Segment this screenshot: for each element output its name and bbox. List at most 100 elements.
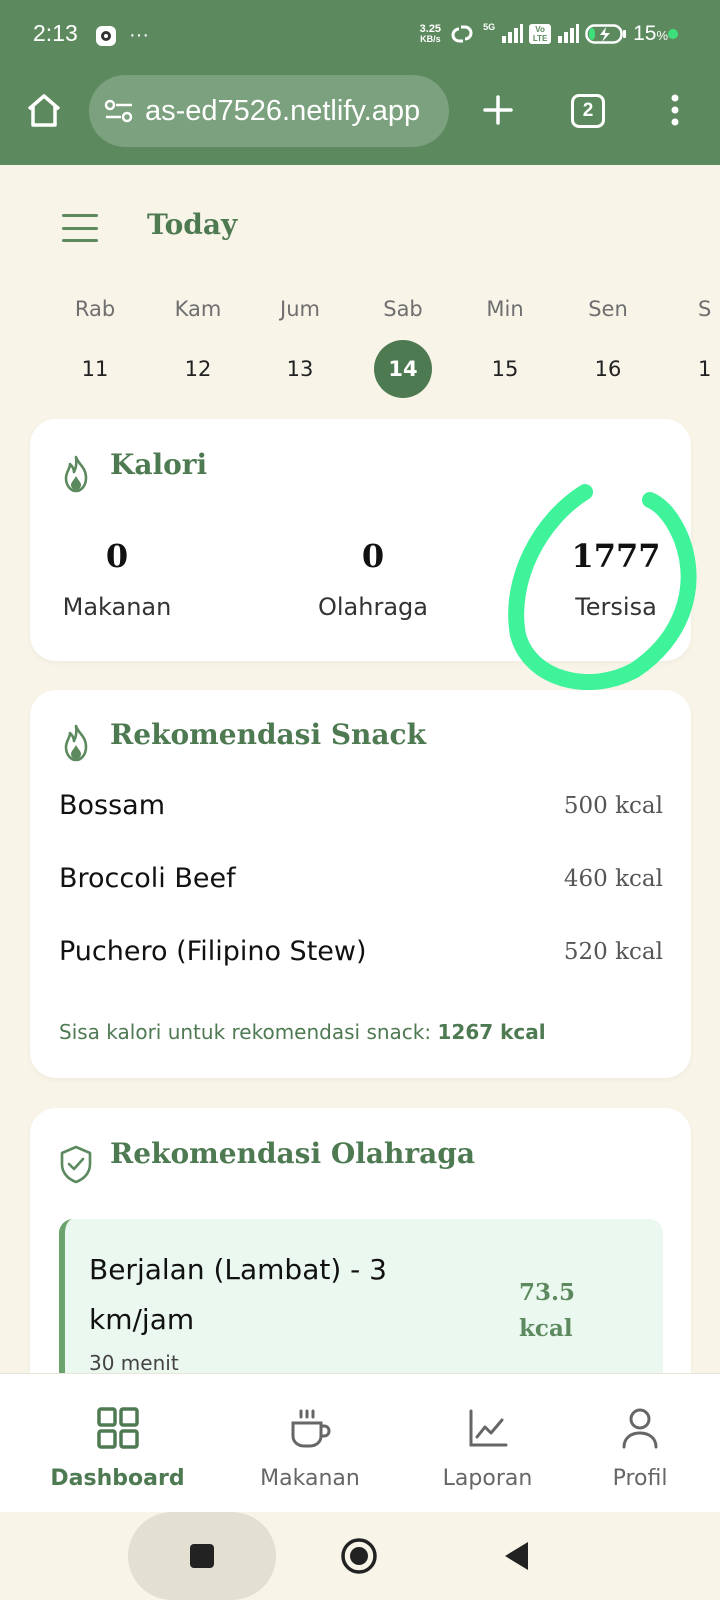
tune-icon: [104, 99, 133, 123]
exercise-kcal: 73.5 kcal: [519, 1279, 576, 1342]
day-name: Rab: [74, 297, 116, 321]
exercise-name: Berjalan (Lambat) - 3 km/jam: [89, 1253, 387, 1336]
nav-label: Dashboard: [50, 1466, 185, 1491]
browser-chrome: 2:13 ··· 3.25 KB/s 5G Vo LTE 15% as-ed75…: [0, 0, 720, 165]
snack-name: Broccoli Beef: [59, 863, 236, 894]
status-left-icons: ···: [95, 24, 149, 47]
day-number: 11: [81, 357, 109, 381]
day-sun[interactable]: Min 15: [470, 290, 540, 398]
bottom-navigation: Dashboard Makanan Laporan Profil: [0, 1373, 720, 1512]
snack-kcal: 460 kcal: [563, 865, 663, 892]
calorie-card-title: Kalori: [110, 448, 208, 481]
browser-menu-button[interactable]: [660, 90, 690, 130]
stat-value: 0: [105, 537, 129, 575]
network-type: 5G: [483, 22, 496, 32]
day-name: Kam: [174, 297, 222, 321]
battery-charging-icon: [585, 24, 627, 44]
day-number: 14: [374, 340, 432, 398]
home-button[interactable]: [22, 88, 66, 132]
snack-item[interactable]: Broccoli Beef 460 kcal: [59, 863, 663, 894]
day-number: 16: [594, 357, 622, 381]
battery-value: 15: [633, 22, 657, 45]
snack-name: Bossam: [59, 790, 166, 821]
snack-item[interactable]: Bossam 500 kcal: [59, 790, 663, 821]
snack-remaining-note: Sisa kalori untuk rekomendasi snack: 126…: [59, 1020, 546, 1044]
stat-label: Makanan: [62, 593, 172, 621]
status-time: 2:13: [33, 20, 78, 46]
stat-value: 0: [361, 537, 385, 575]
privacy-indicator-dot: [668, 29, 678, 39]
nav-label: Profil: [612, 1466, 668, 1491]
nav-label: Laporan: [442, 1466, 533, 1491]
day-wed[interactable]: Rab 11: [60, 290, 130, 398]
snack-note-value: 1267 kcal: [437, 1020, 546, 1044]
snack-card-title: Rekomendasi Snack: [110, 718, 426, 751]
day-number: 13: [286, 357, 314, 381]
snack-name: Puchero (Filipino Stew): [59, 936, 367, 967]
site-settings-button[interactable]: [103, 95, 135, 127]
nav-laporan[interactable]: Laporan: [420, 1374, 555, 1513]
nav-profil[interactable]: Profil: [590, 1374, 690, 1513]
page-title: Today: [147, 208, 238, 241]
day-number: 15: [491, 357, 519, 381]
day-fri[interactable]: Jum 13: [265, 290, 335, 398]
nav-makanan[interactable]: Makanan: [240, 1374, 380, 1513]
stat-label: Olahraga: [318, 593, 428, 621]
hamburger-menu-button[interactable]: [60, 210, 100, 246]
day-mon[interactable]: Sen 16: [573, 290, 643, 398]
snack-kcal: 520 kcal: [563, 938, 663, 965]
exercise-card-title: Rekomendasi Olahraga: [110, 1137, 475, 1170]
menu-line: [62, 226, 98, 230]
speed-unit: KB/s: [420, 34, 441, 44]
snack-note-prefix: Sisa kalori untuk rekomendasi snack:: [59, 1020, 432, 1044]
cup-icon: [291, 1409, 331, 1448]
hand-drawn-circle-annotation: [508, 484, 697, 691]
day-name: Sab: [383, 297, 423, 321]
day-name: Min: [486, 297, 524, 321]
status-right: 3.25 KB/s 5G Vo LTE 15%: [420, 22, 668, 46]
snack-item[interactable]: Puchero (Filipino Stew) 520 kcal: [59, 936, 663, 967]
menu-line: [62, 239, 98, 242]
volte-badge: Vo LTE: [529, 24, 552, 44]
network-speed: 3.25 KB/s: [420, 24, 441, 44]
tab-switcher-button[interactable]: 2: [571, 94, 605, 128]
new-tab-button[interactable]: [478, 90, 518, 130]
day-tue-partial[interactable]: S 1: [676, 290, 720, 398]
url-text: as-ed7526.netlify.app: [145, 94, 421, 127]
menu-line: [62, 214, 98, 217]
day-name: Jum: [280, 297, 320, 321]
circle-home-icon: [341, 1538, 377, 1574]
grid-icon: [96, 1407, 139, 1449]
more-notifications-icon: ···: [129, 24, 149, 46]
plus-icon: [483, 95, 513, 125]
day-number: 12: [184, 357, 212, 381]
flame-icon: [64, 724, 88, 762]
day-name: Sen: [588, 297, 628, 321]
battery-unit: %: [656, 28, 668, 43]
day-thu[interactable]: Kam 12: [163, 290, 233, 398]
stat-exercise: 0 Olahraga: [273, 537, 473, 621]
nav-label: Makanan: [260, 1466, 360, 1491]
status-bar: 2:13 ··· 3.25 KB/s 5G Vo LTE 15%: [0, 0, 720, 72]
more-vertical-icon: [671, 94, 679, 126]
week-strip: Rab 11 Kam 12 Jum 13 Sab 14 Min 15 Sen 1…: [0, 290, 720, 400]
shield-check-icon: [60, 1145, 92, 1184]
signal-icon: [502, 24, 524, 43]
hotspot-link-icon: [451, 25, 473, 43]
back-triangle-icon: [505, 1542, 528, 1570]
nav-dashboard[interactable]: Dashboard: [40, 1374, 195, 1513]
recents-button[interactable]: [182, 1536, 222, 1576]
day-sat-selected[interactable]: Sab 14: [368, 290, 438, 398]
system-navigation-bar: [0, 1512, 720, 1600]
battery-percent: 15%: [633, 22, 668, 46]
home-icon: [27, 94, 61, 127]
chart-icon: [469, 1409, 507, 1447]
stat-food: 0 Makanan: [17, 537, 217, 621]
square-icon: [190, 1544, 214, 1568]
url-bar[interactable]: as-ed7526.netlify.app: [89, 75, 449, 147]
day-number: 1: [698, 357, 712, 381]
back-button[interactable]: [496, 1536, 536, 1576]
home-system-button[interactable]: [339, 1536, 379, 1576]
flame-icon: [64, 455, 88, 493]
snack-recommendation-card: Rekomendasi Snack Bossam 500 kcal Brocco…: [30, 690, 691, 1078]
